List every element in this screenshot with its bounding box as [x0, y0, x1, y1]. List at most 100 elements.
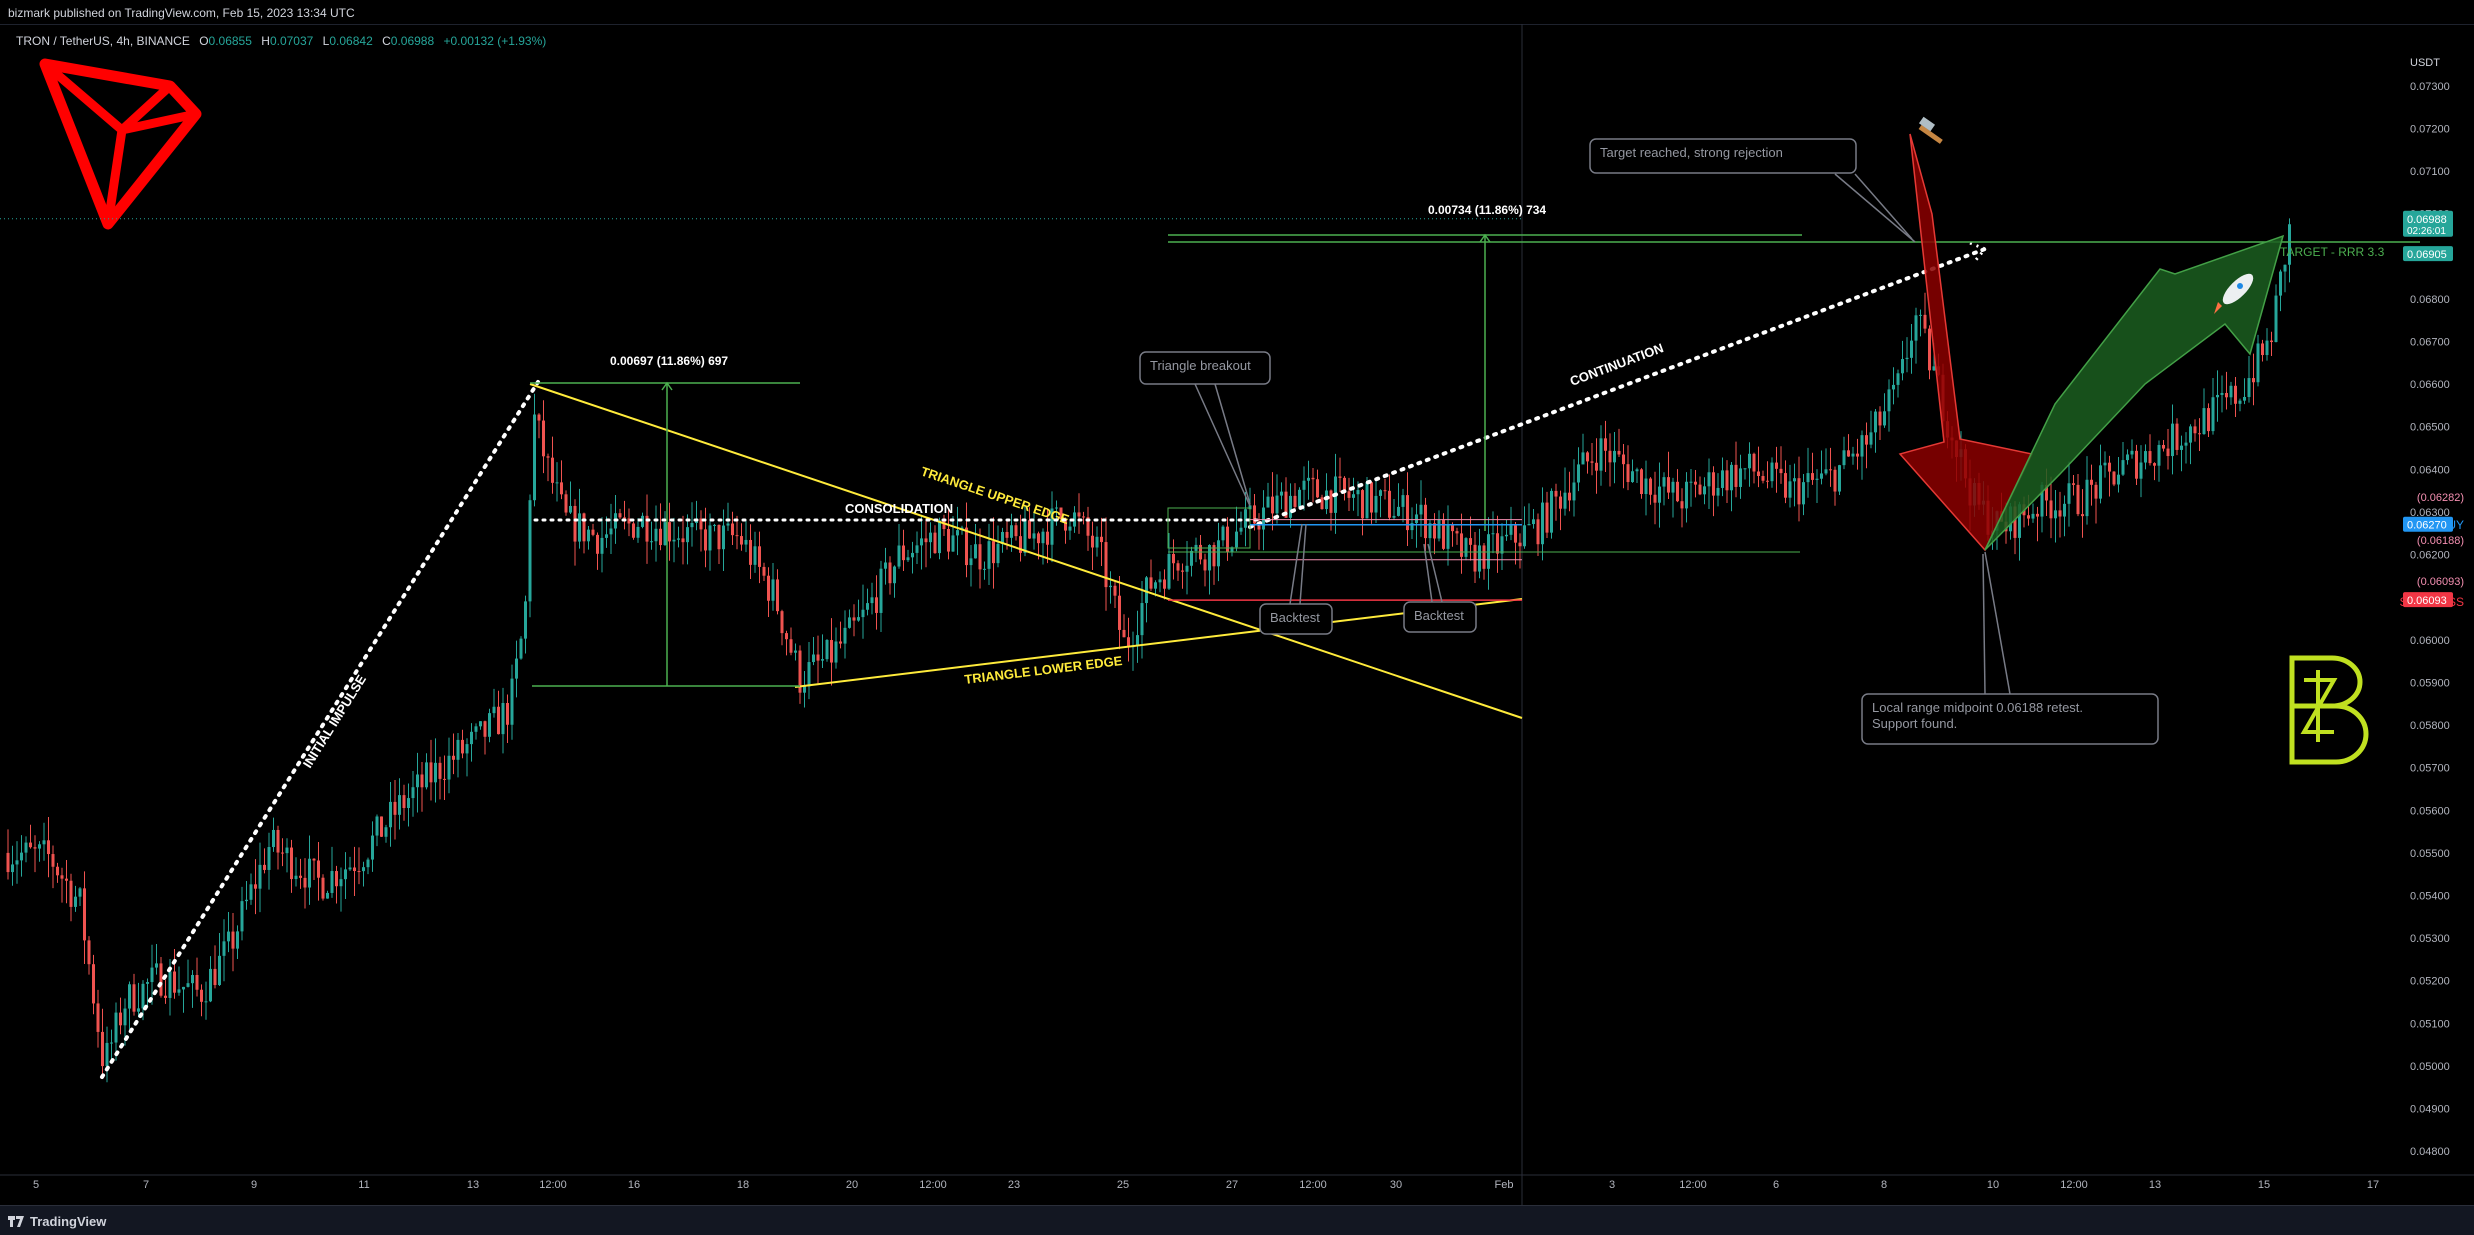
candle — [20, 835, 23, 877]
candle-body — [776, 579, 779, 612]
candle — [1662, 472, 1666, 506]
candle-body — [1014, 525, 1018, 537]
candle-body — [668, 522, 671, 542]
candle-body — [353, 867, 356, 872]
candle-body — [2189, 426, 2192, 443]
candle-body — [191, 974, 194, 984]
target-reached-callout-pointer — [1854, 173, 1913, 240]
candle-body — [2265, 340, 2269, 356]
candle-body — [1347, 491, 1351, 498]
candle — [15, 841, 19, 884]
currency-label: USDT — [2410, 57, 2440, 69]
candle-body — [740, 536, 743, 545]
candle-body — [51, 854, 55, 867]
candle — [1721, 457, 1724, 497]
candle — [1811, 452, 1814, 485]
candle-body — [1568, 492, 1571, 501]
candle — [78, 886, 82, 907]
candle — [429, 739, 433, 801]
candle-body — [533, 414, 536, 501]
candle-body — [992, 541, 995, 564]
high-value: 0.07037 — [269, 34, 314, 48]
candle — [1383, 478, 1387, 500]
candle-body — [564, 494, 568, 513]
candle-body — [2157, 444, 2161, 466]
candle-body — [1316, 479, 1319, 498]
candle-body — [825, 640, 829, 660]
candle — [2031, 503, 2035, 523]
candle-body — [1685, 481, 1688, 509]
candle — [974, 523, 977, 559]
candle-body — [906, 557, 910, 561]
candle-body — [1244, 509, 1247, 528]
candle — [1743, 468, 1747, 480]
candle-body — [312, 858, 316, 861]
candle — [1820, 450, 1823, 485]
candle-body — [1023, 520, 1027, 553]
candle — [1874, 408, 1877, 453]
price-chart[interactable]: TRIANGLE UPPER EDGE TRIANGLE LOWER EDGE IN… — [0, 24, 2474, 1205]
target-level-label: TARGET - RRR 3.3 — [2280, 245, 2385, 259]
candle-body — [987, 541, 991, 569]
candle-body — [1748, 453, 1751, 469]
candle-body — [933, 532, 937, 554]
backtest1-callout: Backtest — [1259, 523, 1333, 635]
candle-body — [560, 482, 563, 495]
candle-body — [429, 762, 433, 783]
tron-logo — [39, 58, 202, 230]
candle — [929, 522, 932, 559]
candle — [182, 986, 185, 1013]
candle-body — [2175, 423, 2179, 450]
candle-body — [911, 552, 914, 558]
candle — [1262, 490, 1265, 551]
candle-body — [1838, 465, 1841, 492]
candle — [1307, 460, 1310, 500]
candle — [1487, 517, 1490, 590]
tradingview-logo[interactable]: TradingView — [8, 1214, 106, 1229]
candle-body — [303, 877, 307, 888]
time-tick: 18 — [737, 1179, 749, 1191]
candle-body — [204, 1001, 208, 1003]
candle — [1113, 581, 1117, 609]
candle-body — [1595, 462, 1598, 471]
candle — [1856, 438, 1859, 470]
retest-callout: Local range midpoint 0.06188 retest.Supp… — [1861, 551, 2159, 745]
candle-body — [1550, 490, 1553, 533]
candle-body — [1082, 516, 1085, 518]
candle — [2175, 418, 2179, 456]
candle — [1860, 430, 1864, 480]
time-tick: 7 — [143, 1179, 149, 1191]
candle — [1752, 452, 1756, 484]
candle — [1613, 431, 1616, 484]
candle — [1212, 542, 1216, 585]
candle-body — [1784, 473, 1787, 498]
symbol-title[interactable]: TRON / TetherUS, 4h, BINANCE — [16, 34, 190, 48]
candle — [299, 858, 302, 889]
candle-body — [1437, 519, 1441, 539]
price-tick: 0.05700 — [2410, 763, 2450, 775]
candle-body — [794, 650, 797, 653]
candle — [285, 838, 289, 873]
candle — [1500, 523, 1504, 570]
candle-body — [924, 538, 928, 543]
candle — [1676, 469, 1679, 503]
candle — [1019, 514, 1022, 562]
candle-body — [2049, 500, 2053, 519]
candle — [1221, 525, 1225, 547]
candle — [1815, 469, 1819, 504]
candle-body — [866, 603, 869, 610]
candle-body — [893, 566, 896, 584]
candle-body — [1676, 481, 1679, 502]
candle — [879, 560, 883, 632]
candle-body — [524, 601, 527, 639]
candle-body — [1280, 491, 1283, 496]
candle-body — [132, 984, 136, 1012]
candle — [668, 502, 671, 561]
candle-body — [1703, 486, 1706, 495]
candle — [33, 835, 37, 873]
candle — [1757, 446, 1760, 488]
candle — [1680, 488, 1684, 528]
candle-body — [407, 798, 410, 809]
candle-body — [1662, 477, 1666, 487]
candle — [1523, 506, 1526, 549]
